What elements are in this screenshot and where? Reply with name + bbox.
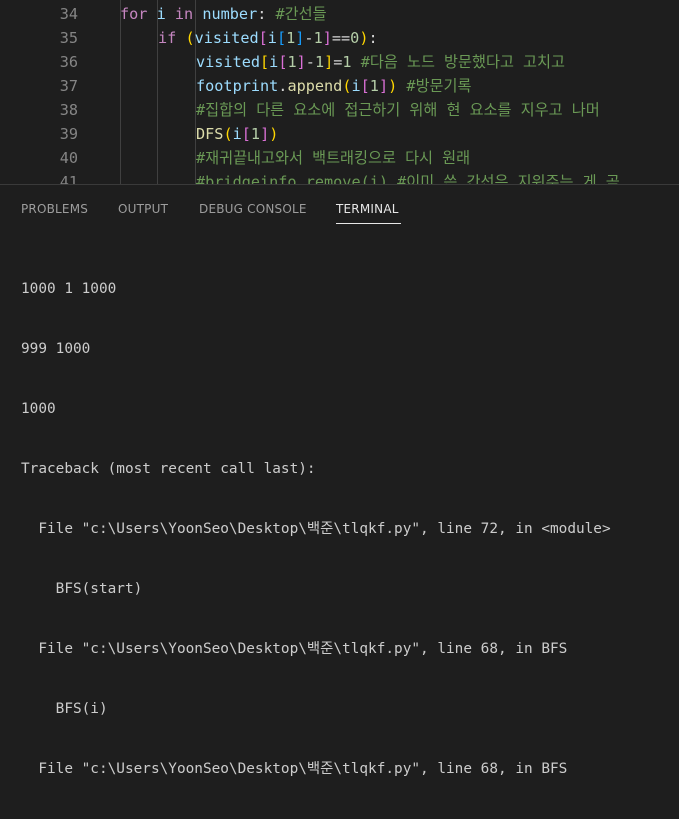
code-text: footprint.append(i[1]) #방문기록 [196, 74, 471, 98]
terminal-line: 999 1000 [21, 341, 91, 357]
code-line: 38 #집합의 다른 요소에 접근하기 위해 현 요소를 지우고 나머 [0, 98, 679, 122]
code-token: - [305, 53, 315, 71]
line-number: 38 [59, 101, 78, 119]
tab-output[interactable]: OUTPUT [118, 202, 168, 216]
code-line: 39 DFS(i[1]) [0, 122, 679, 146]
code-token: 1 [287, 53, 297, 71]
code-token: ) [388, 77, 398, 95]
code-text: for i in number: #간선들 [120, 2, 327, 26]
code-text: #집합의 다른 요소에 접근하기 위해 현 요소를 지우고 나머 [196, 98, 600, 122]
code-token: #다음 노드 방문했다고 고치고 [360, 53, 565, 71]
code-token: i [232, 125, 242, 143]
line-number: 34 [59, 5, 78, 23]
code-token: if [158, 29, 177, 47]
active-tab-indicator [336, 223, 401, 224]
code-line: 36 visited[i[1]-1]=1 #다음 노드 방문했다고 고치고 [0, 50, 679, 74]
code-token: ] [378, 77, 389, 95]
code-line: 37 footprint.append(i[1]) #방문기록 [0, 74, 679, 98]
terminal-line: File "c:\Users\YoonSeo\Desktop\백준\tlqkf.… [21, 641, 568, 657]
code-token: visited [196, 53, 261, 71]
code-token: #재귀끝내고와서 백트래킹으로 다시 원래 [196, 149, 471, 167]
code-token: #bridgeinfo.remove(i) #이미 쓴 간선은 지워주는 게 곧 [196, 173, 620, 184]
code-text: if (visited[i[1]-1]==0): [158, 26, 378, 50]
code-token: ( [223, 125, 233, 143]
code-token: append [287, 77, 343, 95]
code-token: - [304, 29, 314, 47]
terminal-line: File "c:\Users\YoonSeo\Desktop\백준\tlqkf.… [21, 761, 568, 777]
code-token: footprint [196, 77, 279, 95]
terminal-line: 1000 1 1000 [21, 281, 117, 297]
code-token: i [269, 53, 279, 71]
code-line: 34 for i in number: #간선들 [0, 2, 679, 26]
tab-debug-console[interactable]: DEBUG CONSOLE [199, 202, 307, 216]
code-token: for [120, 5, 148, 23]
code-token: 1 [314, 53, 325, 71]
code-token: [ [258, 29, 268, 47]
terminal-line: 1000 [21, 401, 56, 417]
terminal-line: BFS(start) [21, 581, 143, 597]
code-token: [ [260, 53, 270, 71]
line-number: 39 [59, 125, 78, 143]
code-line: 35 if (visited[i[1]-1]==0): [0, 26, 679, 50]
code-token: ] [324, 53, 334, 71]
code-line: 41 #bridgeinfo.remove(i) #이미 쓴 간선은 지워주는 게… [0, 170, 679, 184]
code-token: : [257, 5, 276, 23]
panel-tabs: PROBLEMS OUTPUT DEBUG CONSOLE TERMINAL [0, 185, 679, 233]
code-token: == [331, 29, 351, 47]
line-number: 41 [59, 173, 78, 184]
line-number: 37 [59, 77, 78, 95]
line-number: 40 [59, 149, 78, 167]
code-text: #bridgeinfo.remove(i) #이미 쓴 간선은 지워주는 게 곧 [196, 170, 620, 184]
code-token: i [156, 5, 166, 23]
code-token: : [368, 29, 378, 47]
code-token: 1 [342, 53, 352, 71]
code-token: #집합의 다른 요소에 접근하기 위해 현 요소를 지우고 나머 [196, 101, 600, 119]
code-text: DFS(i[1]) [196, 122, 278, 146]
code-token: number [202, 5, 258, 23]
tab-problems[interactable]: PROBLEMS [21, 202, 88, 216]
line-number: 36 [59, 53, 78, 71]
code-editor[interactable]: 34 for i in number: #간선들 35 if (visited[i[1… [0, 0, 679, 184]
line-number: 35 [59, 29, 78, 47]
code-token: DFS [196, 125, 224, 143]
code-token: #간선들 [275, 5, 327, 23]
code-token: #방문기록 [406, 77, 472, 95]
code-token: ] [322, 29, 332, 47]
terminal-line: Traceback (most recent call last): [21, 461, 316, 477]
code-token: 1 [369, 77, 379, 95]
terminal-line: File "c:\Users\YoonSeo\Desktop\백준\tlqkf.… [21, 521, 611, 537]
code-token: 0 [350, 29, 360, 47]
code-token: ] [296, 53, 306, 71]
code-token: in [174, 5, 194, 23]
code-token: i [267, 29, 277, 47]
code-token: ) [269, 125, 279, 143]
code-token: 1 [250, 125, 261, 143]
code-token: [ [241, 125, 251, 143]
code-token: [ [360, 77, 370, 95]
terminal-output[interactable]: 1000 1 1000 999 1000 1000 Traceback (mos… [21, 239, 679, 819]
code-token: ( [185, 29, 195, 47]
tab-terminal[interactable]: TERMINAL [336, 202, 399, 216]
code-token: visited [194, 29, 259, 47]
code-text: visited[i[1]-1]=1 #다음 노드 방문했다고 고치고 [196, 50, 565, 74]
code-line: 40 #재귀끝내고와서 백트래킹으로 다시 원래 [0, 146, 679, 170]
terminal-line: BFS(i) [21, 701, 108, 717]
code-text: #재귀끝내고와서 백트래킹으로 다시 원래 [196, 146, 470, 170]
code-token: [ [276, 29, 287, 47]
code-token: ] [260, 125, 270, 143]
bottom-panel: PROBLEMS OUTPUT DEBUG CONSOLE TERMINAL 1… [0, 184, 679, 777]
code-token: 1 [313, 29, 323, 47]
code-token: 1 [286, 29, 296, 47]
code-token: i [351, 77, 361, 95]
